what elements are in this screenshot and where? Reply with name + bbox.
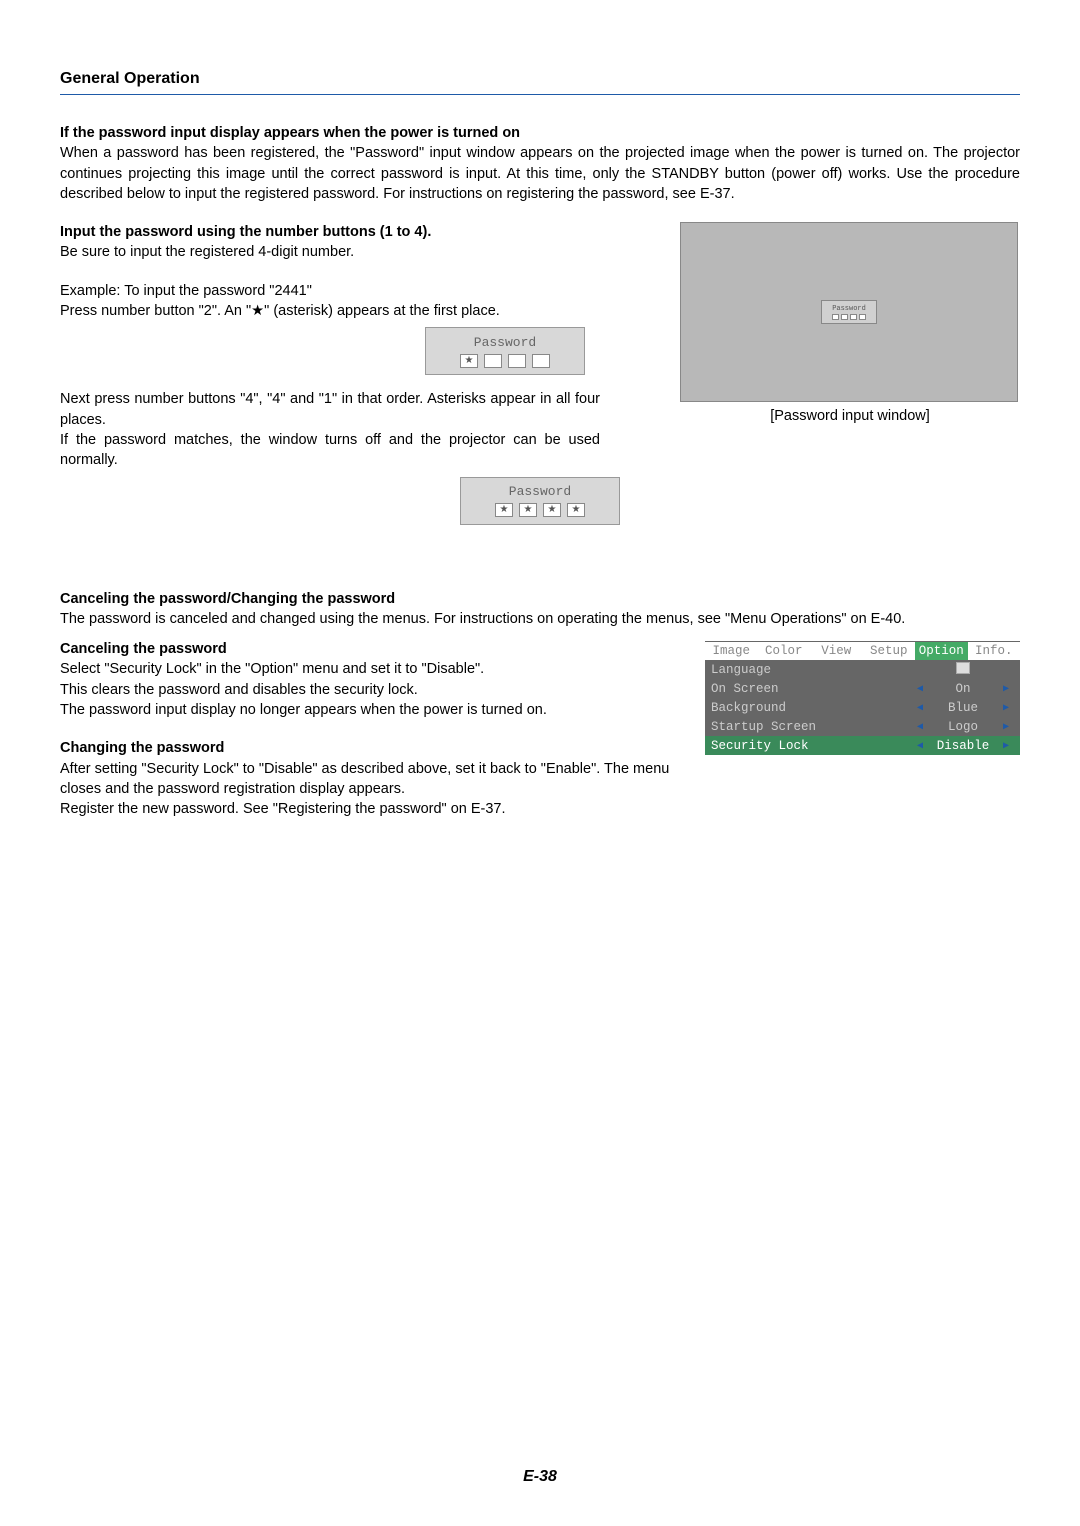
menu-row-security-lock[interactable]: Security Lock ◀ Disable ▶ bbox=[705, 736, 1020, 755]
menu-value: On bbox=[928, 682, 998, 696]
para-cancel-intro: The password is canceled and changed usi… bbox=[60, 609, 1020, 629]
pw-cell: ★ bbox=[519, 503, 537, 517]
para-press441: Next press number buttons "4", "4" and "… bbox=[60, 389, 600, 430]
tab-view[interactable]: View bbox=[810, 642, 863, 660]
menu-key: On Screen bbox=[711, 682, 912, 696]
enter-icon bbox=[956, 662, 970, 674]
menu-row-onscreen[interactable]: On Screen ◀ On ▶ bbox=[705, 679, 1020, 698]
para-change-1: After setting "Security Lock" to "Disabl… bbox=[60, 759, 685, 800]
pw-small-cell bbox=[850, 314, 857, 320]
heading-password-display: If the password input display appears wh… bbox=[60, 123, 1020, 143]
arrow-right-icon[interactable]: ▶ bbox=[998, 683, 1014, 695]
screenshot-caption: [Password input window] bbox=[680, 408, 1020, 424]
para-change-2: Register the new password. See "Register… bbox=[60, 799, 685, 819]
para-intro: When a password has been registered, the… bbox=[60, 143, 1020, 204]
para-cancel-2: This clears the password and disables th… bbox=[60, 680, 685, 700]
menu-value bbox=[928, 662, 998, 678]
arrow-left-icon[interactable]: ◀ bbox=[912, 721, 928, 733]
password-dialog-4star: Password ★ ★ ★ ★ bbox=[460, 477, 620, 525]
menu-key: Language bbox=[711, 663, 912, 677]
pw-cell bbox=[508, 354, 526, 368]
heading-changing: Changing the password bbox=[60, 738, 685, 758]
para-cancel-1: Select "Security Lock" in the "Option" m… bbox=[60, 659, 685, 679]
arrow-left-icon[interactable]: ◀ bbox=[912, 702, 928, 714]
password-window-screenshot: Password [Password input window] bbox=[680, 222, 1020, 424]
arrow-right-icon[interactable]: ▶ bbox=[998, 702, 1014, 714]
tab-image[interactable]: Image bbox=[705, 642, 758, 660]
menu-value: Disable bbox=[928, 739, 998, 753]
password-dialog-small: Password bbox=[821, 300, 877, 324]
pw-cell: ★ bbox=[460, 354, 478, 368]
tab-option[interactable]: Option bbox=[915, 642, 968, 660]
projector-screen: Password bbox=[680, 222, 1018, 402]
tab-info[interactable]: Info. bbox=[968, 642, 1021, 660]
menu-value: Logo bbox=[928, 720, 998, 734]
heading-canceling: Canceling the password bbox=[60, 639, 685, 659]
menu-key: Security Lock bbox=[711, 739, 912, 753]
pw-cell: ★ bbox=[495, 503, 513, 517]
section-title: General Operation bbox=[60, 70, 1020, 95]
menu-row-background[interactable]: Background ◀ Blue ▶ bbox=[705, 698, 1020, 717]
pw-cell bbox=[484, 354, 502, 368]
tab-setup[interactable]: Setup bbox=[863, 642, 916, 660]
arrow-right-icon[interactable]: ▶ bbox=[998, 721, 1014, 733]
menu-row-language[interactable]: Language bbox=[705, 660, 1020, 679]
pw-cell: ★ bbox=[567, 503, 585, 517]
password-label: Password bbox=[474, 335, 536, 350]
password-dialog-1star: Password ★ bbox=[425, 327, 585, 375]
menu-key: Background bbox=[711, 701, 912, 715]
para-match: If the password matches, the window turn… bbox=[60, 430, 600, 471]
menu-body: Language On Screen ◀ On ▶ Background ◀ B… bbox=[705, 660, 1020, 755]
menu-key: Startup Screen bbox=[711, 720, 912, 734]
pw-small-cell bbox=[841, 314, 848, 320]
pw-small-cell bbox=[859, 314, 866, 320]
heading-cancel-change: Canceling the password/Changing the pass… bbox=[60, 589, 1020, 609]
menu-tabs: Image Color View Setup Option Info. bbox=[705, 642, 1020, 660]
menu-value: Blue bbox=[928, 701, 998, 715]
tab-color[interactable]: Color bbox=[758, 642, 811, 660]
arrow-left-icon[interactable]: ◀ bbox=[912, 683, 928, 695]
pw-cell: ★ bbox=[543, 503, 561, 517]
option-menu-screenshot: Image Color View Setup Option Info. Lang… bbox=[705, 641, 1020, 755]
arrow-right-icon[interactable]: ▶ bbox=[998, 740, 1014, 752]
menu-row-startup[interactable]: Startup Screen ◀ Logo ▶ bbox=[705, 717, 1020, 736]
pw-small-cell bbox=[832, 314, 839, 320]
password-label-small: Password bbox=[832, 305, 866, 313]
para-cancel-3: The password input display no longer app… bbox=[60, 700, 685, 720]
password-label: Password bbox=[509, 484, 571, 499]
arrow-left-icon[interactable]: ◀ bbox=[912, 740, 928, 752]
page-number: E-38 bbox=[0, 1468, 1080, 1486]
pw-cell bbox=[532, 354, 550, 368]
